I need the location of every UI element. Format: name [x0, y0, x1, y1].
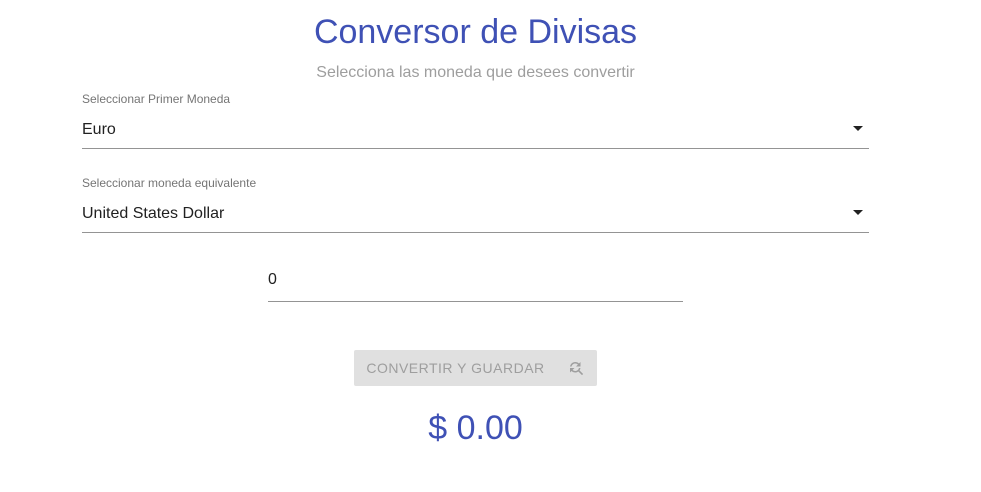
first-currency-select[interactable]: Seleccionar Primer Moneda Euro	[82, 92, 869, 149]
dropdown-arrow-icon	[853, 210, 863, 215]
second-currency-select[interactable]: Seleccionar moneda equivalente United St…	[82, 176, 869, 233]
conversion-result: $ 0.00	[428, 409, 523, 447]
amount-field	[268, 267, 683, 302]
page-subtitle: Selecciona las moneda que desees convert…	[316, 64, 635, 81]
first-currency-label: Seleccionar Primer Moneda	[82, 92, 231, 106]
second-currency-value: United States Dollar	[82, 205, 225, 222]
second-currency-label: Seleccionar moneda equivalente	[82, 176, 257, 190]
dropdown-arrow-icon	[853, 126, 863, 131]
amount-input[interactable]	[268, 267, 683, 293]
currency-converter-page: Conversor de Divisas Selecciona las mone…	[0, 0, 981, 492]
convert-and-save-label: CONVERTIR Y GUARDAR	[366, 360, 545, 376]
convert-and-save-button[interactable]: CONVERTIR Y GUARDAR	[354, 350, 597, 386]
first-currency-value: Euro	[82, 121, 116, 138]
page-title: Conversor de Divisas	[313, 13, 638, 51]
find-replace-icon	[567, 359, 585, 377]
